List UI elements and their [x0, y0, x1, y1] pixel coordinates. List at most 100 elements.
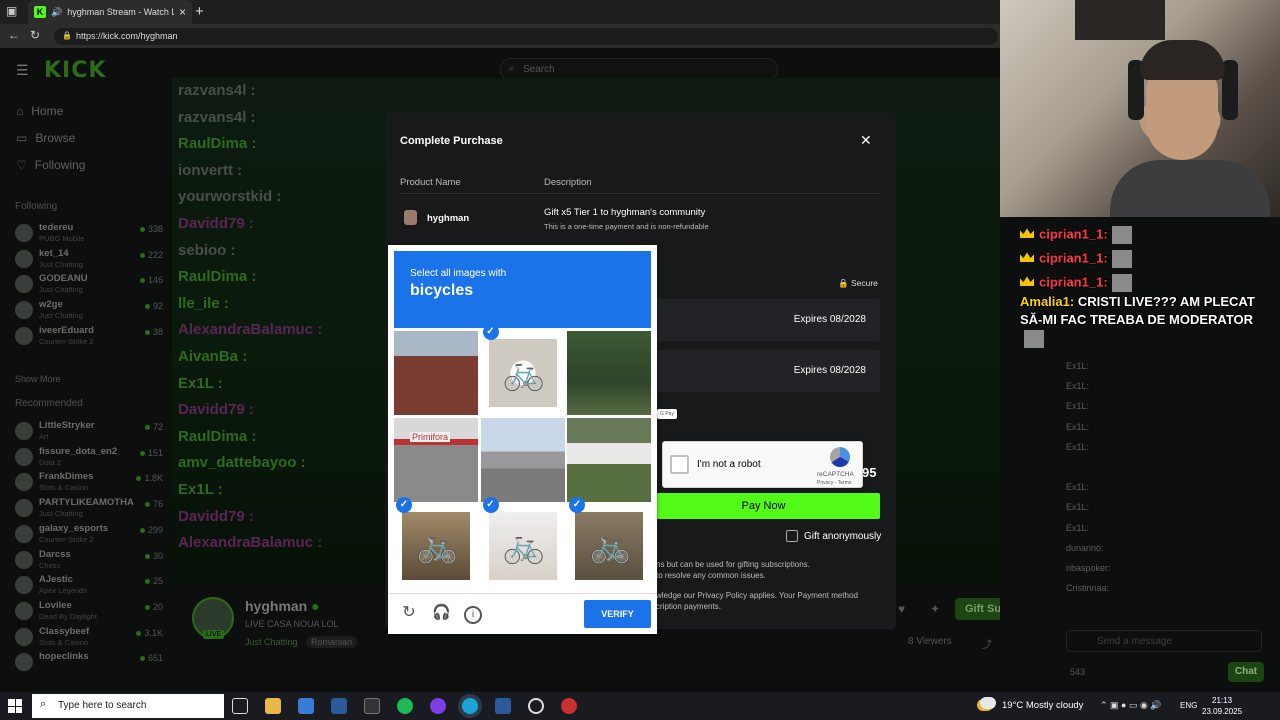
channel-name: ket_14 — [39, 247, 69, 259]
sidebar-channel[interactable]: w2ge Just Chatting 92 — [15, 299, 175, 325]
note-text: cription payments. — [656, 602, 721, 611]
sidebar-item-following[interactable]: ♡ Following — [16, 158, 85, 172]
selected-check-icon: ✓ — [482, 497, 499, 513]
recaptcha-links[interactable]: Privacy - Terms — [817, 480, 851, 486]
sidebar-item-browse[interactable]: ▭ Browse — [16, 131, 75, 145]
close-tab-icon[interactable]: × — [179, 5, 186, 19]
kick-logo[interactable]: KICK — [44, 58, 106, 83]
heart-follow-icon[interactable]: ♥ — [898, 602, 905, 616]
stream-category[interactable]: Just Chatting Romanian — [245, 636, 358, 648]
recaptcha-checkbox[interactable] — [670, 455, 689, 474]
steam-icon[interactable] — [331, 698, 347, 714]
sidebar-channel[interactable]: Lovilee Dead By Daylight 20 — [15, 600, 175, 626]
chat-username: Amalia1: — [1020, 294, 1075, 309]
weather-text[interactable]: 19°C Mostly cloudy — [980, 700, 1083, 711]
highlighted-chat-line: ciprian1_1: — [1020, 250, 1132, 268]
stream-overlay-chat-line: razvans4l : — [178, 82, 256, 99]
captcha-tile-bicycle-sign[interactable]: 🚲 — [481, 331, 565, 415]
show-more-link[interactable]: Show More — [15, 374, 61, 384]
channel-category: Dota 2 — [39, 457, 62, 467]
pay-now-button[interactable]: Pay Now — [647, 493, 880, 519]
sidebar-channel[interactable]: tedereu PUBG Mobile 338 — [15, 222, 175, 248]
new-tab-button[interactable]: + — [195, 3, 204, 20]
sidebar-channel[interactable]: hopeclinks 651 — [15, 651, 175, 677]
chat-message: Ex1L: — [1066, 522, 1090, 533]
stream-overlay-chat-line: AivanBa : — [178, 348, 248, 365]
sidebar-channel[interactable]: Darcss Chess 30 — [15, 549, 175, 575]
share-icon[interactable]: ⤴ — [982, 636, 992, 651]
language-indicator[interactable]: ENG — [1180, 701, 1197, 710]
hamburger-menu-icon[interactable]: ☰ — [16, 62, 29, 79]
sidebar-channel[interactable]: GODEANU Just Chatting 146 — [15, 273, 175, 299]
headphones-icon[interactable]: 🎧 — [432, 605, 451, 624]
sidebar-channel[interactable]: PARTYLIKEAMOTHA Just Chatting 76 — [15, 497, 175, 523]
streamer-name[interactable]: hyghman ● — [245, 598, 320, 614]
sidebar-channel[interactable]: FrankDimes Slots & Casino 1.8K — [15, 471, 175, 497]
nav-buttons[interactable]: ←↻ — [8, 28, 50, 42]
captcha-tile-street[interactable] — [480, 417, 565, 502]
channel-category: Just Chatting — [39, 285, 83, 295]
back-icon[interactable]: ← — [8, 28, 30, 42]
sidebar-item-home[interactable]: ⌂ Home — [16, 104, 63, 118]
edge-icon[interactable] — [462, 698, 478, 714]
clock[interactable]: 21:13 23.09.2025 — [1202, 695, 1242, 717]
sidebar-channel[interactable]: LittleStryker Art 72 — [15, 420, 175, 446]
chat-send-button[interactable]: Chat — [1228, 662, 1264, 682]
channel-name: GODEANU — [39, 273, 88, 285]
captcha-tile-bicycle[interactable]: 🚲 — [394, 504, 478, 588]
url-bar[interactable]: 🔒 https://kick.com/hyghman — [54, 28, 998, 45]
gift-icon[interactable]: ✦ — [930, 602, 940, 616]
sidebar-channel[interactable]: galaxy_esports Counter-Strike 2 299 — [15, 523, 175, 549]
channel-name: hopeclinks — [39, 651, 89, 663]
steam-alt-icon[interactable] — [495, 698, 511, 714]
gpay-icon[interactable]: G Pay — [657, 409, 677, 419]
speaker-icon[interactable]: 🔊 — [51, 7, 62, 18]
captcha-tile-parked-vehicles[interactable] — [567, 417, 651, 502]
tile-image — [567, 331, 651, 415]
reload-icon[interactable]: ↻ — [400, 605, 418, 624]
tile-image — [567, 417, 651, 502]
avatar — [15, 627, 33, 646]
taskbar-search[interactable]: ⌕ Type here to search — [32, 694, 224, 718]
tile-image — [394, 417, 478, 502]
sidebar-channel[interactable]: AJestic Apex Legends 25 — [15, 574, 175, 600]
verify-button[interactable]: VERIFY — [584, 600, 651, 628]
task-view-icon[interactable] — [232, 698, 248, 714]
captcha-tile-trees[interactable] — [567, 331, 651, 415]
saved-card[interactable]: Expires 08/2028 — [656, 350, 880, 392]
file-explorer-icon[interactable] — [265, 698, 281, 714]
system-tray-icons[interactable]: ⌃ ▣ ● ▭ ◉ 🔊 — [1100, 700, 1162, 711]
close-icon[interactable]: ✕ — [860, 132, 872, 149]
crown-icon — [1020, 228, 1034, 239]
channel-name: FrankDimes — [39, 471, 94, 483]
spotify-icon[interactable] — [397, 698, 413, 714]
emote-image — [1111, 250, 1132, 268]
sidebar-channel[interactable]: Classybeef Slots & Casino 3.1K — [15, 626, 175, 652]
chat-message: dunanno: — [1066, 542, 1104, 553]
settings-icon[interactable] — [528, 698, 544, 714]
chat-message: nbaspoker: — [1066, 563, 1111, 573]
epic-games-icon[interactable] — [364, 698, 380, 714]
store-icon[interactable] — [298, 698, 314, 714]
gift-anonymously-checkbox[interactable]: Gift anonymously — [786, 530, 881, 542]
messenger-icon[interactable] — [430, 698, 446, 714]
captcha-tile-storefront[interactable]: Primifora — [394, 417, 478, 502]
refresh-icon[interactable]: ↻ — [30, 28, 50, 42]
info-icon[interactable]: i — [464, 606, 482, 624]
app-icon[interactable] — [561, 698, 577, 714]
window-menu-icon[interactable]: ▣ — [6, 4, 22, 20]
send-message-input[interactable]: Send a message — [1066, 630, 1262, 652]
captcha-tile-bicycle[interactable]: 🚲 — [481, 504, 565, 588]
sidebar-channel[interactable]: iveerEduard Counter-Strike 2 38 — [15, 325, 175, 351]
avatar — [15, 326, 33, 345]
captcha-tile-bicycle[interactable]: 🚲 — [567, 504, 651, 588]
browser-tab[interactable]: K 🔊 hyghman Stream - Watch Li × — [28, 0, 192, 24]
windows-start-icon[interactable] — [8, 699, 22, 713]
divider — [388, 593, 657, 594]
saved-card[interactable]: Expires 08/2028 — [656, 299, 880, 341]
tag-badge[interactable]: Romanian — [306, 636, 358, 648]
viewer-count: 146 — [140, 275, 163, 285]
sidebar-channel[interactable]: ket_14 Just Chatting 222 — [15, 248, 175, 274]
captcha-tile-building[interactable] — [394, 331, 478, 415]
sidebar-channel[interactable]: fissure_dota_en2 Dota 2 151 — [15, 446, 175, 472]
